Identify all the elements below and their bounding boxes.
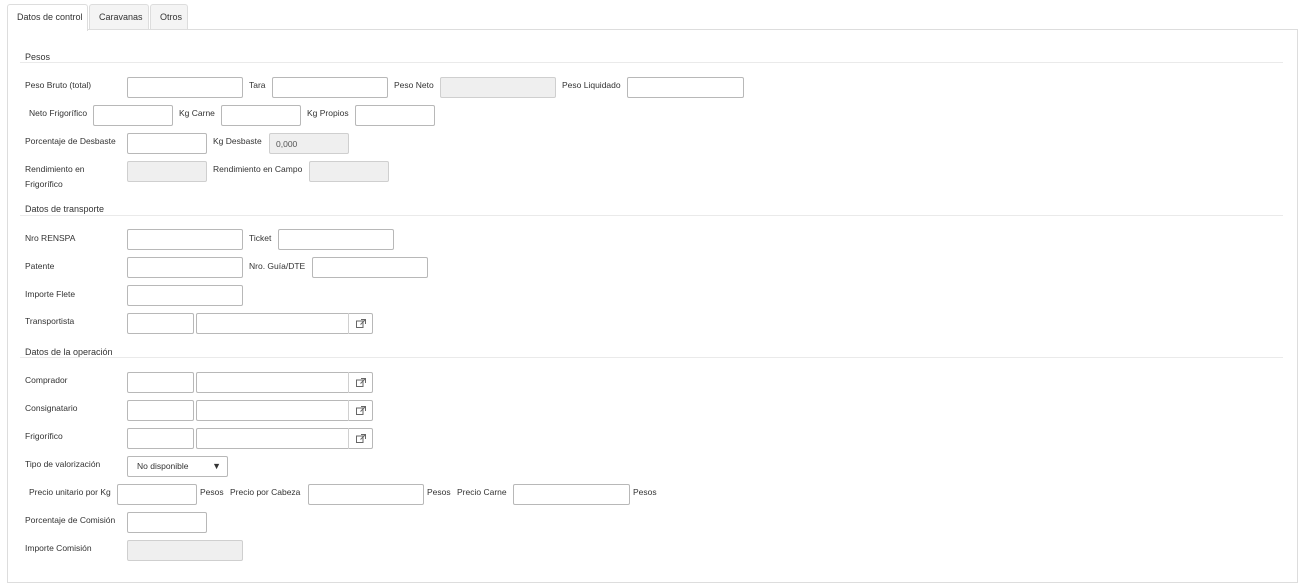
external-link-icon[interactable] [348,313,372,334]
tipo-valorizacion-select[interactable]: No disponible ▼ [127,456,228,477]
comprador-label: Comprador [25,375,68,385]
importe-comision-input [127,540,243,561]
rendimiento-frigorifico-label-line2: Frigorífico [25,179,63,189]
kg-desbaste-input [269,133,349,154]
tipo-valorizacion-selected: No disponible [137,461,189,471]
kg-carne-label: Kg Carne [179,108,215,118]
peso-liquidado-label: Peso Liquidado [562,80,621,90]
patente-label: Patente [25,261,55,271]
consignatario-label: Consignatario [25,403,78,413]
precio-unitario-kg-label: Precio unitario por Kg [29,487,111,497]
section-title-transporte: Datos de transporte [25,204,105,214]
porcentaje-comision-label: Porcentaje de Comisión [25,515,116,525]
precio-carne-input[interactable] [513,484,630,505]
kg-propios-input[interactable] [355,105,435,126]
comprador-lookup[interactable] [196,372,373,393]
nro-guia-label: Nro. Guía/DTE [249,261,306,271]
tipo-valorizacion-label: Tipo de valorización [25,459,101,469]
ticket-label: Ticket [249,233,272,243]
precio-carne-label: Precio Carne [457,487,507,497]
importe-comision-label: Importe Comisión [25,543,92,553]
rendimiento-frigorifico-label-line1: Rendimiento en [25,164,85,174]
section-title-pesos: Pesos [25,52,51,62]
frigorifico-code-input[interactable] [127,428,194,449]
kg-desbaste-label: Kg Desbaste [213,136,262,146]
importe-flete-label: Importe Flete [25,289,76,299]
frigorifico-label: Frigorífico [25,431,63,441]
external-link-icon[interactable] [348,400,372,421]
section-divider [20,62,1283,63]
nro-renspa-label: Nro RENSPA [25,233,76,243]
nro-guia-input[interactable] [312,257,428,278]
precio-por-cabeza-input[interactable] [308,484,424,505]
neto-frigorifico-input[interactable] [93,105,173,126]
section-divider [20,357,1283,358]
nro-renspa-input[interactable] [127,229,243,250]
consignatario-lookup[interactable] [196,400,373,421]
pesos-unit-label: Pesos [200,487,224,497]
precio-por-cabeza-label: Precio por Cabeza [230,487,301,497]
section-divider [20,215,1283,216]
comprador-code-input[interactable] [127,372,194,393]
caret-down-icon: ▼ [212,461,221,471]
porcentaje-desbaste-label: Porcentaje de Desbaste [25,136,116,146]
importe-flete-input[interactable] [127,285,243,306]
tara-input[interactable] [272,77,388,98]
rendimiento-frigorifico-input [127,161,207,182]
kg-carne-input[interactable] [221,105,301,126]
consignatario-code-input[interactable] [127,400,194,421]
external-link-icon[interactable] [348,428,372,449]
transportista-lookup[interactable] [196,313,373,334]
kg-propios-label: Kg Propios [307,108,349,118]
neto-frigorifico-label: Neto Frigorífico [29,108,88,118]
external-link-icon[interactable] [348,372,372,393]
section-title-operacion: Datos de la operación [25,347,113,357]
rendimiento-campo-input [309,161,389,182]
frigorifico-lookup[interactable] [196,428,373,449]
peso-bruto-label: Peso Bruto (total) [25,80,92,90]
peso-neto-label: Peso Neto [394,80,434,90]
pesos-unit-label: Pesos [633,487,657,497]
ticket-input[interactable] [278,229,394,250]
tara-label: Tara [249,80,266,90]
peso-bruto-input[interactable] [127,77,243,98]
rendimiento-campo-label: Rendimiento en Campo [213,164,303,174]
transportista-code-input[interactable] [127,313,194,334]
transportista-label: Transportista [25,316,75,326]
porcentaje-comision-input[interactable] [127,512,207,533]
precio-unitario-kg-input[interactable] [117,484,197,505]
pesos-unit-label: Pesos [427,487,451,497]
peso-liquidado-input[interactable] [627,77,744,98]
patente-input[interactable] [127,257,243,278]
peso-neto-input [440,77,556,98]
porcentaje-desbaste-input[interactable] [127,133,207,154]
